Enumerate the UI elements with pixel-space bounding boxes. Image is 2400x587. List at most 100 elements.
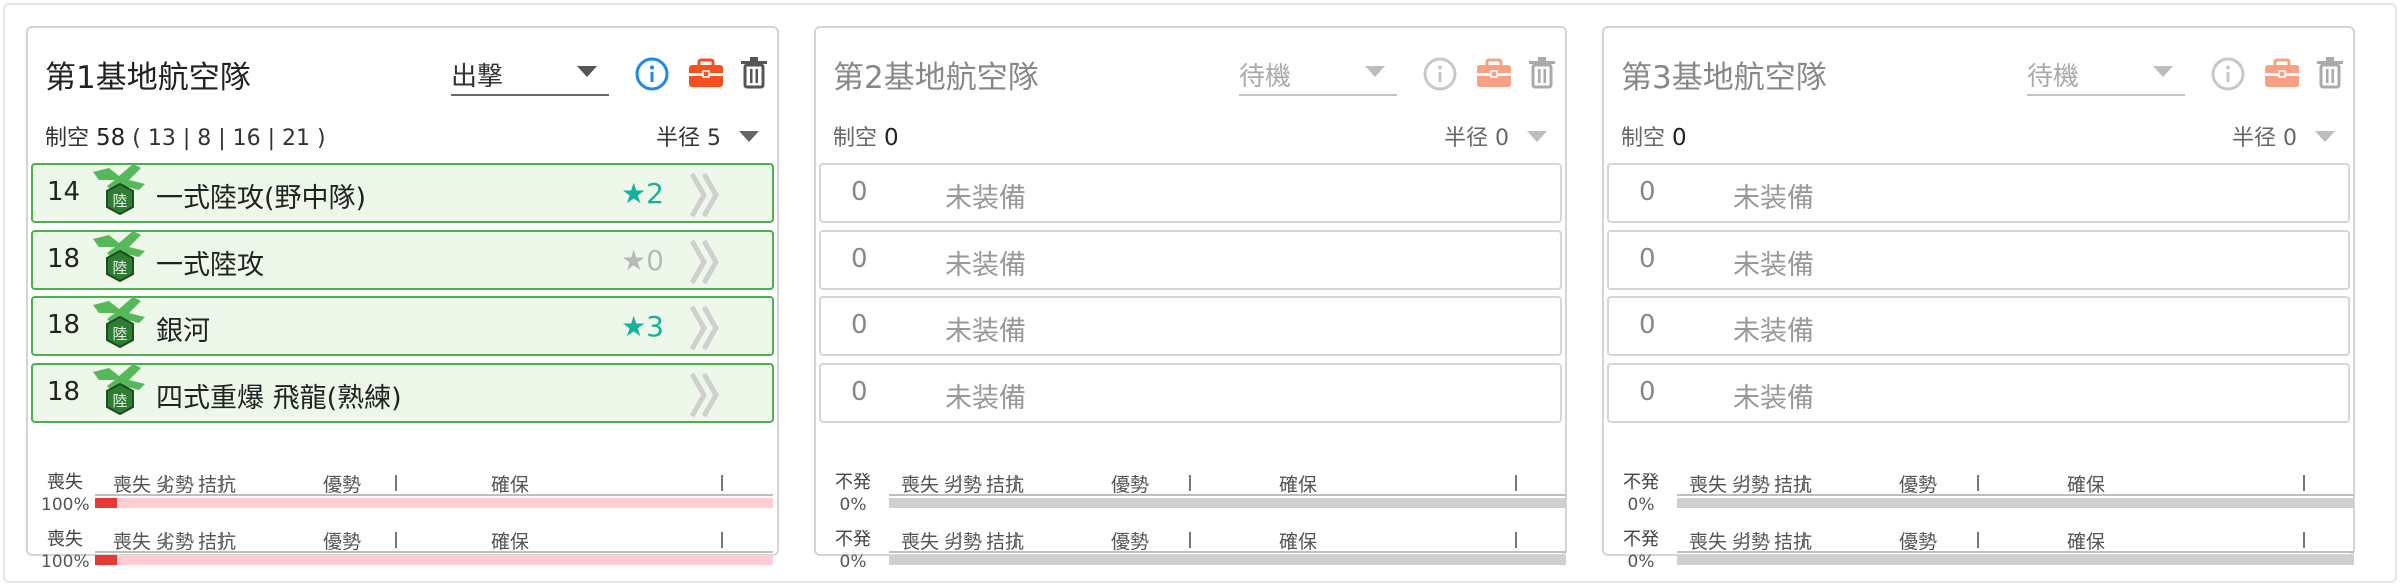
briefcase-icon[interactable] (683, 51, 729, 97)
air-state-segment: 喪失 (1689, 474, 1728, 496)
radius-label: 半径 (2231, 126, 2276, 151)
equipment-name[interactable]: 未装備 (945, 309, 1026, 348)
slot-plane-count[interactable]: 18 (47, 310, 80, 340)
segment-underline (889, 494, 1566, 496)
mode-select[interactable]: 待機 (1239, 56, 1397, 96)
segment-underline (1677, 494, 2354, 496)
air-state-track (1677, 498, 2354, 508)
equipment-name[interactable]: 未装備 (945, 176, 1026, 215)
equipment-slot-row[interactable]: 0 未装備 (819, 363, 1562, 423)
land-based-attacker-icon: 陸 (89, 162, 151, 222)
equipment-slot-row[interactable]: 18 陸 銀河 ★3 (31, 296, 774, 356)
air-state-track (889, 498, 1566, 508)
air-state-segment: 優勢 (1111, 474, 1150, 496)
proficiency-chevron-icon[interactable] (688, 370, 724, 420)
trash-icon[interactable] (2307, 51, 2353, 97)
info-icon[interactable] (2205, 51, 2251, 97)
slot-plane-count[interactable]: 0 (1639, 177, 1656, 207)
equipment-name[interactable]: 一式陸攻(野中隊) (156, 176, 366, 215)
trash-icon[interactable] (731, 51, 777, 97)
segment-divider (395, 475, 397, 491)
air-state-percent: 0% (839, 495, 867, 515)
improvement-level[interactable]: ★0 (621, 244, 664, 277)
equipment-slot-row[interactable]: 0 未装備 (819, 296, 1562, 356)
slot-plane-count[interactable]: 0 (851, 377, 868, 407)
equipment-name[interactable]: 未装備 (1733, 176, 1814, 215)
radius-label: 半径 (655, 126, 700, 151)
equipment-slot-row[interactable]: 0 未装備 (1607, 230, 2350, 290)
radius-select[interactable]: 半径 0 (1444, 120, 1547, 152)
equipment-name[interactable]: 一式陸攻 (156, 243, 264, 282)
panel-title: 第2基地航空隊 (833, 60, 1039, 96)
info-icon[interactable] (1417, 51, 1463, 97)
slot-plane-count[interactable]: 0 (851, 177, 868, 207)
chevron-down-icon (739, 131, 759, 142)
equipment-name[interactable]: 四式重爆 飛龍(熟練) (156, 376, 402, 415)
air-state-bar: 不発 0% 喪失 劣勢 拮抗 優勢 確保 (1609, 470, 2354, 530)
equipment-slot-row[interactable]: 0 未装備 (1607, 363, 2350, 423)
mode-select[interactable]: 出撃 (451, 56, 609, 96)
equipment-name[interactable]: 未装備 (945, 376, 1026, 415)
radius-select[interactable]: 半径 5 (656, 120, 759, 152)
equipment-slot-row[interactable]: 0 未装備 (1607, 163, 2350, 223)
equipment-name[interactable]: 未装備 (1733, 376, 1814, 415)
air-power-value: 0 (884, 125, 899, 151)
air-state-segment: 喪失 (113, 474, 152, 496)
segment-divider (395, 532, 397, 548)
equipment-slot-row[interactable]: 14 陸 一式陸攻(野中隊) ★2 (31, 163, 774, 223)
equipment-slot-row[interactable]: 18 陸 一式陸攻 ★0 (31, 230, 774, 290)
trash-icon[interactable] (1519, 51, 1565, 97)
proficiency-chevron-icon[interactable] (688, 303, 724, 353)
improvement-level[interactable]: ★3 (621, 310, 664, 343)
improvement-level[interactable]: ★2 (621, 177, 664, 210)
info-icon[interactable] (629, 51, 675, 97)
improvement-value: 3 (646, 310, 664, 343)
equipment-slot-row[interactable]: 0 未装備 (819, 163, 1562, 223)
segment-divider (959, 532, 961, 548)
slot-plane-count[interactable]: 18 (47, 377, 80, 407)
equipment-slot-row[interactable]: 18 陸 四式重爆 飛龍(熟練) (31, 363, 774, 423)
slot-plane-count[interactable]: 0 (1639, 310, 1656, 340)
equipment-slot-row[interactable]: 0 未装備 (1607, 296, 2350, 356)
segment-divider (1747, 532, 1749, 548)
base-panel-2: 第2基地航空隊 待機 制空 0 半径 0 0 未装備 0 未装備 0 未装備 0 未装備 不発… (814, 26, 1567, 572)
mode-select[interactable]: 待機 (2027, 56, 2185, 96)
radius-select[interactable]: 半径 0 (2232, 120, 2335, 152)
star-icon: ★ (621, 244, 647, 277)
equipment-name[interactable]: 未装備 (1733, 309, 1814, 348)
proficiency-chevron-icon[interactable] (688, 237, 724, 287)
air-state-segment: 拮抗 (1774, 474, 1813, 496)
slot-plane-count[interactable]: 0 (851, 310, 868, 340)
radius-value: 0 (2283, 126, 2297, 151)
chevron-down-icon (1365, 66, 1385, 77)
air-state-percent: 0% (1627, 495, 1655, 515)
equipment-name[interactable]: 銀河 (156, 309, 210, 348)
slot-plane-count[interactable]: 0 (1639, 377, 1656, 407)
segment-underline (889, 551, 1566, 553)
air-state-segment: 確保 (491, 474, 530, 496)
air-state-track (1677, 555, 2354, 565)
air-state-segment: 劣勢 (944, 531, 983, 553)
air-state-segment: 優勢 (323, 531, 362, 553)
slot-plane-count[interactable]: 14 (47, 177, 80, 207)
segment-divider (1189, 532, 1191, 548)
mode-select-value: 待機 (2027, 62, 2080, 92)
mode-select-value: 待機 (1239, 62, 1292, 92)
air-state-bar: 不発 0% 喪失 劣勢 拮抗 優勢 確保 (821, 470, 1566, 530)
slot-plane-count[interactable]: 0 (851, 244, 868, 274)
proficiency-chevron-icon[interactable] (688, 170, 724, 220)
slot-plane-count[interactable]: 0 (1639, 244, 1656, 274)
air-state-segment: 優勢 (1111, 531, 1150, 553)
slot-plane-count[interactable]: 18 (47, 244, 80, 274)
air-state-segment: 確保 (1279, 474, 1318, 496)
equipment-name[interactable]: 未装備 (1733, 243, 1814, 282)
equipment-name[interactable]: 未装備 (945, 243, 1026, 282)
air-power-label: 制空 (1621, 126, 1666, 151)
air-state-segment: 確保 (2067, 531, 2106, 553)
segment-underline (95, 551, 773, 553)
air-power-detail: ( 13 | 8 | 16 | 21 ) (132, 126, 326, 151)
briefcase-icon[interactable] (1471, 51, 1517, 97)
briefcase-icon[interactable] (2259, 51, 2305, 97)
air-state-percent: 100% (41, 495, 90, 515)
equipment-slot-row[interactable]: 0 未装備 (819, 230, 1562, 290)
